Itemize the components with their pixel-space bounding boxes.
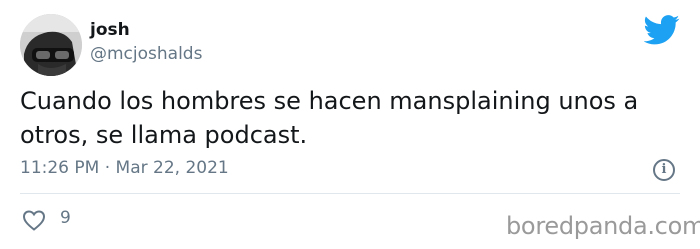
avatar[interactable]: [20, 14, 82, 76]
tweet-text: Cuando los hombres se hacen mansplaining…: [20, 87, 639, 149]
like-count: 9: [60, 208, 71, 228]
watermark: boredpanda.com: [506, 212, 700, 240]
info-icon[interactable]: i: [653, 159, 675, 181]
heart-icon[interactable]: [22, 209, 46, 231]
display-name[interactable]: josh: [90, 20, 130, 40]
user-handle[interactable]: @mcjoshalds: [90, 44, 202, 64]
tweet-timestamp[interactable]: 11:26 PM · Mar 22, 2021: [20, 158, 229, 178]
tweet-card: josh @mcjoshalds Cuando los hombres se h…: [0, 0, 700, 249]
avatar-photo: [20, 14, 82, 76]
divider: [20, 193, 680, 194]
twitter-bird-icon[interactable]: [644, 14, 680, 46]
